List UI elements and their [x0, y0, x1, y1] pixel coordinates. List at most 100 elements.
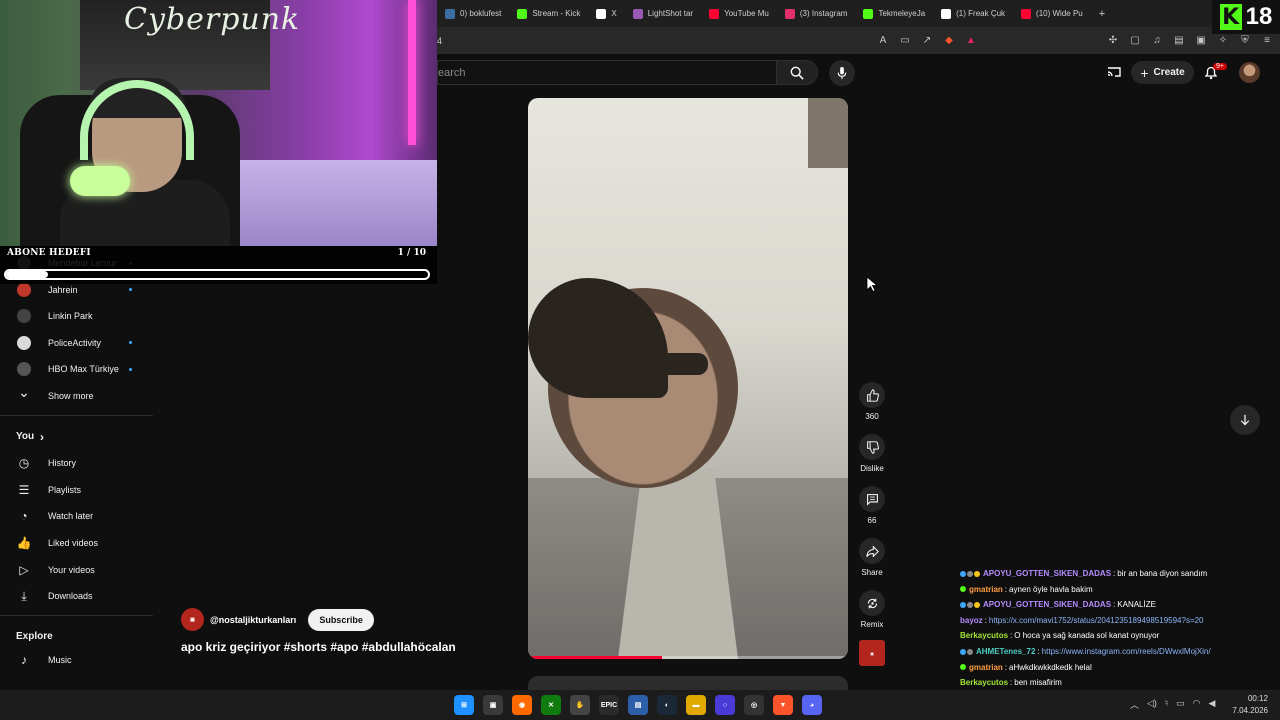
url-text[interactable]: 4	[437, 36, 877, 46]
subscribe-button[interactable]: Subscribe	[308, 608, 374, 631]
cortana-icon[interactable]: ○	[715, 695, 735, 715]
sidebar-you-heading[interactable]: You ›	[0, 424, 153, 450]
sidebar-item[interactable]: 👍 Liked videos	[0, 530, 153, 556]
chat-username[interactable]: Berkaycutos	[960, 628, 1008, 644]
next-short-button[interactable]	[1230, 405, 1260, 435]
speaker-icon[interactable]: ◁)	[1147, 698, 1157, 711]
sidebar-item[interactable]: ◔ Watch later	[0, 503, 153, 529]
sidebar-subscription-item[interactable]: PoliceActivity	[0, 330, 153, 356]
browser-tab[interactable]: TekmeleyeJa	[855, 0, 933, 27]
share-icon[interactable]: ↗	[921, 35, 933, 46]
sidebar-show-more[interactable]: ⌄ Show more	[0, 383, 153, 409]
channel-name[interactable]: @nostaljikturkanları	[210, 615, 296, 625]
vpn-icon[interactable]: ⛨	[1239, 35, 1251, 46]
create-button[interactable]: + Create	[1131, 61, 1194, 84]
chat-username[interactable]: gmatrian	[969, 582, 1003, 598]
remix-button[interactable]	[859, 590, 885, 616]
windows-start-icon[interactable]: ⊞	[454, 695, 474, 715]
sidebar-item-label: Watch later	[48, 511, 94, 522]
channel-avatar[interactable]: ▣	[181, 608, 204, 631]
chat-username[interactable]: APOYU_GOTTEN_SIKEN_DADAS	[983, 566, 1111, 582]
rewards-icon[interactable]: ▲	[965, 35, 977, 46]
app-icon[interactable]: ▤	[628, 695, 648, 715]
chat-username[interactable]: gmatrian	[969, 660, 1003, 676]
microphone-icon	[837, 66, 847, 79]
browser-tab[interactable]: (10) Wide Pu	[1013, 0, 1091, 27]
brave-icon[interactable]: ▼	[773, 695, 793, 715]
chat-message: APOYU_GOTTEN_SIKEN_DADAS: bir an bana diy…	[960, 566, 1280, 582]
taskbar-clock[interactable]: 00:12 7.04.2026	[1232, 693, 1268, 717]
sidebar-item[interactable]: ◷ History	[0, 450, 153, 476]
browser-url-bar[interactable]: 4 A ▭ ↗ ◆ ▲ ✣ ▢ ♫ ▤ ▣ ✧ ⛨ ≡	[437, 27, 1280, 54]
reader-icon[interactable]: ▤	[1173, 35, 1185, 46]
sidebar-subscription-item[interactable]: HBO Max Türkiye	[0, 356, 153, 382]
next-short-preview[interactable]	[528, 676, 848, 690]
sidebar-item-label: HBO Max Türkiye	[48, 364, 119, 375]
audio-source-thumbnail[interactable]: ▣	[859, 640, 885, 666]
obs-icon[interactable]: ◎	[744, 695, 764, 715]
media-icon[interactable]: ♫	[1151, 35, 1163, 46]
sidebar-item[interactable]: ☰ Playlists	[0, 477, 153, 503]
browser-icon[interactable]: ◉	[512, 695, 532, 715]
tab-favicon-icon	[784, 8, 795, 19]
display-icon[interactable]: ▭	[1176, 698, 1185, 711]
voice-search-button[interactable]	[829, 60, 855, 86]
share-button[interactable]	[859, 538, 885, 564]
xbox-icon[interactable]: ✕	[541, 695, 561, 715]
chat-username[interactable]: Berkaycutos	[960, 675, 1008, 691]
chevron-right-icon: ›	[40, 429, 44, 444]
remix-action: Remix	[859, 590, 885, 629]
sidebar-item[interactable]: ♪ Music	[0, 647, 153, 673]
search-input[interactable]: earch	[437, 60, 776, 85]
chat-text: O hoca ya sağ kanada sol kanat oynuyor	[1014, 631, 1160, 641]
brave-shield-icon[interactable]: ◆	[943, 35, 955, 46]
like-button[interactable]	[859, 382, 885, 408]
discord-icon[interactable]: ◕	[802, 695, 822, 715]
wifi-icon[interactable]: ◠	[1193, 698, 1201, 711]
epic-icon[interactable]: EPIC	[599, 695, 619, 715]
volume-icon[interactable]: ◀	[1209, 698, 1216, 711]
account-avatar[interactable]	[1239, 62, 1260, 83]
tray-arrow-icon[interactable]: ︿	[1130, 698, 1139, 711]
menu-icon[interactable]: ≡	[1261, 35, 1273, 46]
channel-avatar-icon	[17, 309, 31, 324]
browser-tab[interactable]: Stream - Kick	[509, 0, 588, 27]
microphone-tray-icon[interactable]: ♮	[1165, 698, 1168, 711]
chat-link[interactable]: https://x.com/mavi1752/status/2041235189…	[989, 613, 1204, 629]
folder-icon[interactable]: ▬	[686, 695, 706, 715]
sidebar-item[interactable]: ▷ Your videos	[0, 557, 153, 583]
browser-tab[interactable]: (3) Instagram	[777, 0, 856, 27]
store-icon[interactable]: ▣	[483, 695, 503, 715]
poster-text: Cyberpunk	[124, 2, 301, 37]
leo-icon[interactable]: ✧	[1217, 35, 1229, 46]
browser-tab[interactable]: 0) boklufest	[437, 0, 509, 27]
sidebar-subscription-item[interactable]: Linkin Park	[0, 303, 153, 329]
chat-username[interactable]: bayoz	[960, 613, 983, 629]
sidebar-item-label: Liked videos	[48, 538, 99, 548]
chat-username[interactable]: AHMETenes_72	[976, 644, 1035, 660]
comments-button[interactable]	[859, 486, 885, 512]
screenshot-icon[interactable]: ▭	[899, 35, 911, 46]
new-tab-button[interactable]: +	[1091, 8, 1113, 20]
translate-icon[interactable]: A	[877, 35, 889, 46]
chat-link[interactable]: https://www.instagram.com/reels/DWwxlMoj…	[1042, 644, 1211, 660]
search-button[interactable]	[776, 60, 818, 85]
cast-icon[interactable]	[1106, 64, 1122, 80]
wallet-icon[interactable]: ▣	[1195, 35, 1207, 46]
steam-icon[interactable]: ◐	[657, 695, 677, 715]
playlists-icon: ☰	[18, 482, 30, 497]
channel-avatar-icon	[17, 335, 31, 350]
chat-username[interactable]: APOYU_GOTTEN_SIKEN_DADAS	[983, 597, 1111, 613]
short-channel-row: ▣ @nostaljikturkanları Subscribe	[181, 608, 374, 631]
dislike-button[interactable]	[859, 434, 885, 460]
sidebar-icon[interactable]: ▢	[1129, 35, 1141, 46]
hand-icon[interactable]: ✋	[570, 695, 590, 715]
browser-tab[interactable]: YouTube Mu	[701, 0, 777, 27]
extensions-icon[interactable]: ✣	[1107, 35, 1119, 46]
sidebar-item[interactable]: ⤓ Downloads	[0, 583, 153, 609]
browser-tab[interactable]: X	[588, 0, 624, 27]
video-progress-bar[interactable]	[528, 656, 848, 659]
browser-tab[interactable]: (1) Freak Çuk	[933, 0, 1013, 27]
shorts-video-player[interactable]	[528, 98, 848, 659]
browser-tab[interactable]: LightShot tar	[625, 0, 701, 27]
